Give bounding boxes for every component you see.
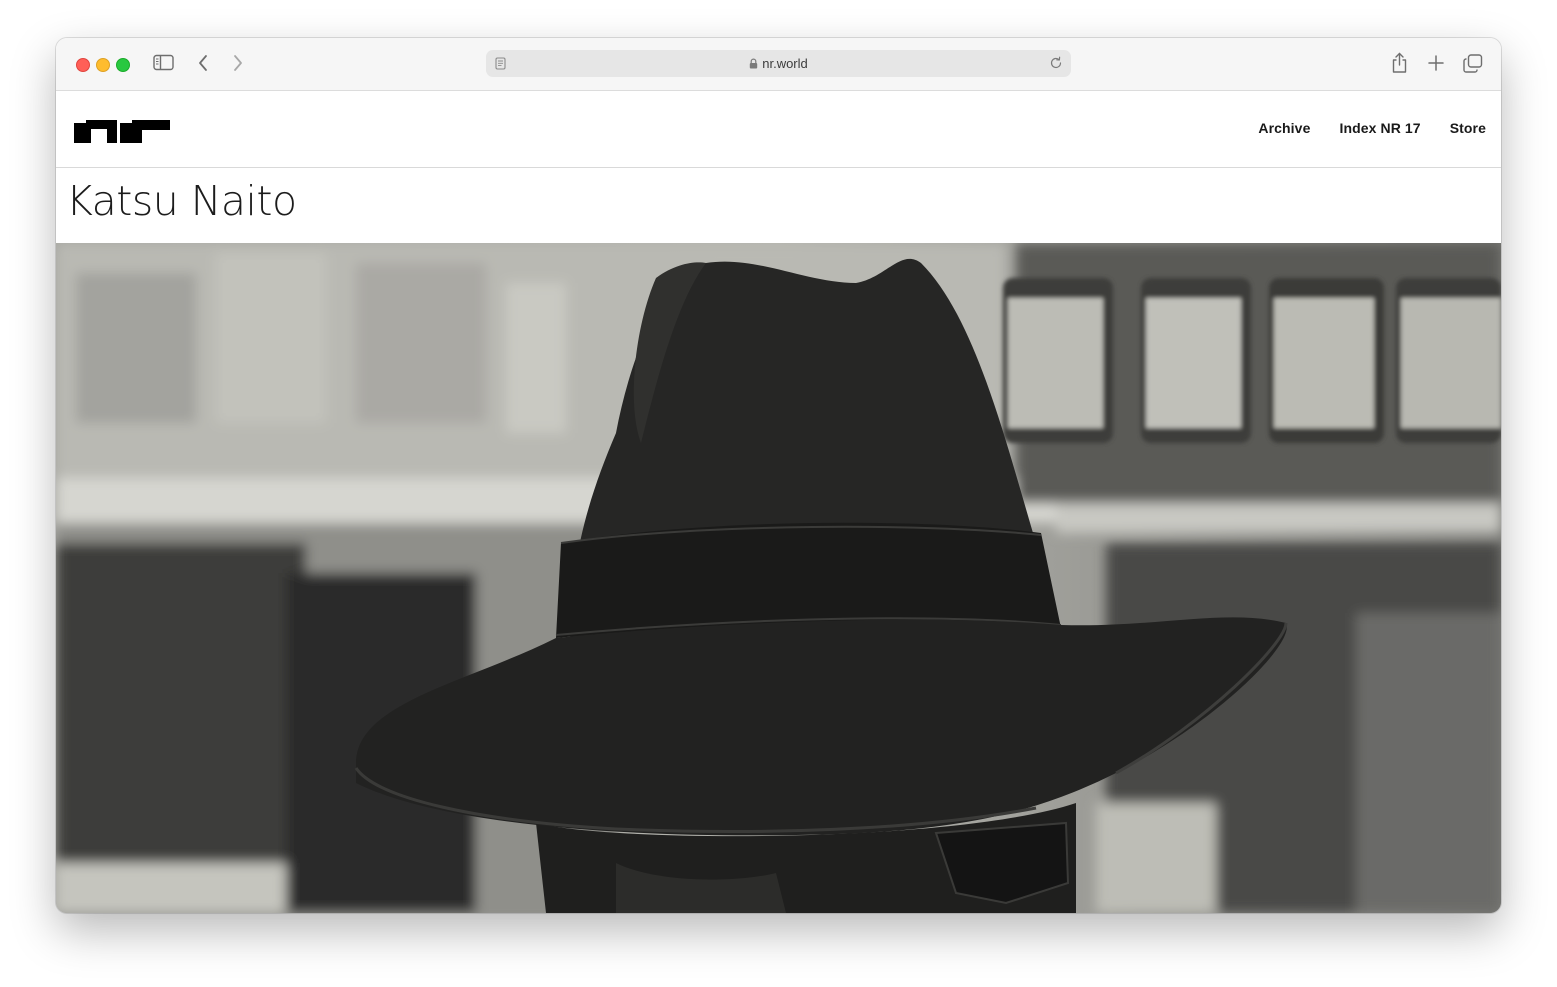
nav-store-link[interactable]: Store [1450,120,1486,136]
new-tab-plus-icon[interactable] [1428,55,1444,71]
address-bar[interactable]: nr.world [486,50,1071,77]
url-display[interactable]: nr.world [486,50,1071,77]
forward-arrow-icon[interactable] [232,54,244,72]
lock-icon [749,51,758,78]
browser-window: nr.world Archive Index NR 17 Store Katsu… [56,38,1501,913]
hero-photo[interactable] [56,243,1501,913]
tab-overview-icon[interactable] [1463,54,1483,73]
reload-icon[interactable] [1049,56,1063,75]
share-icon[interactable] [1391,52,1408,74]
close-window-button[interactable] [76,58,90,72]
zoom-window-button[interactable] [116,58,130,72]
nav-archive-link[interactable]: Archive [1258,120,1310,136]
sidebar-toggle-icon[interactable] [153,54,174,71]
hero-photo-image [56,243,1501,913]
minimize-window-button[interactable] [96,58,110,72]
url-text: nr.world [762,56,808,71]
nav-index-link[interactable]: Index NR 17 [1339,120,1420,136]
nr-logo[interactable] [74,120,170,148]
site-header: Archive Index NR 17 Store [56,91,1501,168]
main-nav: Archive Index NR 17 Store [1258,120,1486,136]
browser-toolbar: nr.world [56,38,1501,91]
back-arrow-icon[interactable] [197,54,209,72]
page-title: Katsu Naito [66,177,297,225]
